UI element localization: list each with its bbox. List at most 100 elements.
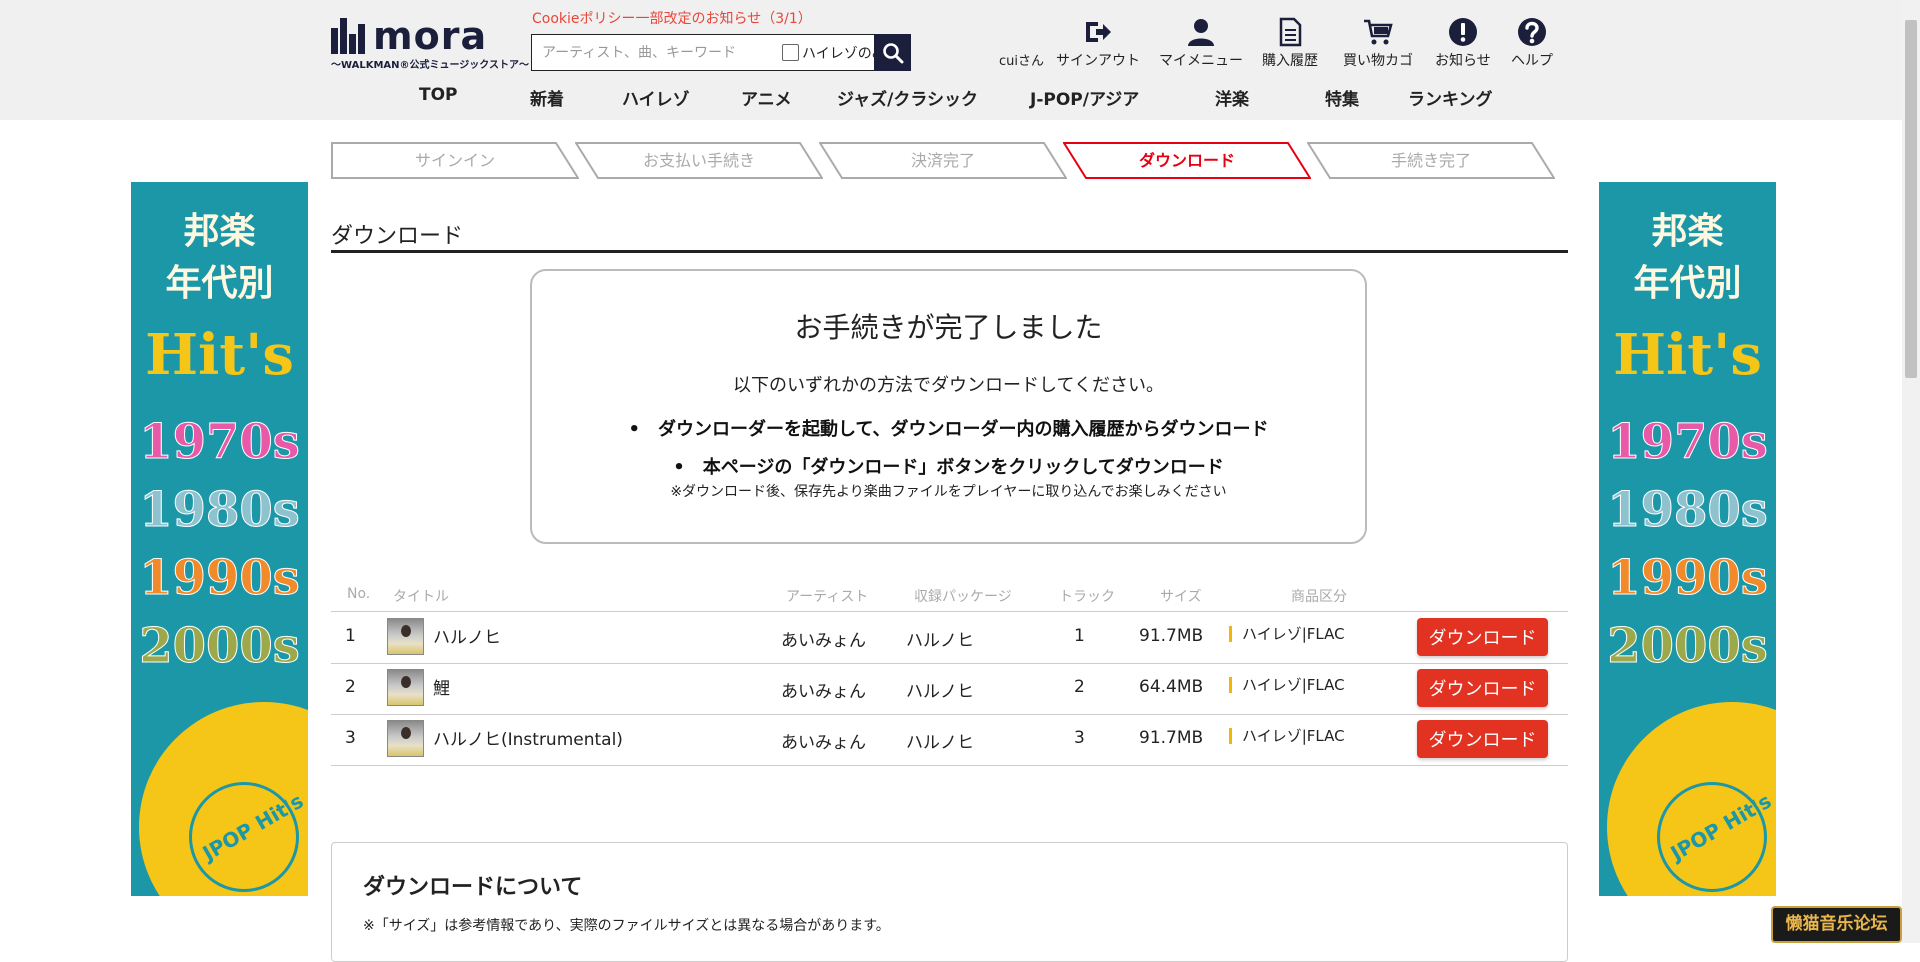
step-signin-label: サインイン xyxy=(414,151,495,170)
step-complete: 手続き完了 xyxy=(1307,142,1555,179)
banner-decade-1980s: 1980s xyxy=(139,482,301,539)
nav-hires[interactable]: ハイレゾ xyxy=(622,85,690,110)
step-settled-label: 決済完了 xyxy=(910,151,975,170)
nav-feature[interactable]: 特集 xyxy=(1325,85,1359,110)
notices-link[interactable]: お知らせ xyxy=(1435,16,1491,70)
page-title: ダウンロード xyxy=(331,224,464,249)
cart-link[interactable]: 買い物カゴ xyxy=(1343,16,1413,70)
cart-label: 買い物カゴ xyxy=(1343,53,1413,69)
banner-decade-1970s: 1970s xyxy=(139,414,301,471)
step-signin: サインイン xyxy=(331,142,579,179)
help-link[interactable]: ヘルプ xyxy=(1511,16,1553,70)
step-settled: 決済完了 xyxy=(819,142,1067,179)
banner-decade-1990s: 1990s xyxy=(139,550,301,607)
album-thumbnail xyxy=(387,618,424,655)
banner-left[interactable]: 邦楽 年代別 Hit's 1970s 1980s 1990s 2000s JPO… xyxy=(131,182,308,896)
search-button[interactable] xyxy=(874,34,911,71)
step-payment-label: お支払い手続き xyxy=(642,151,755,170)
banner-line1: 邦楽 xyxy=(1651,211,1724,252)
title-divider xyxy=(331,250,1568,253)
nav-anime[interactable]: アニメ xyxy=(741,85,792,110)
help-icon xyxy=(1518,18,1546,46)
row-artist: あいみょん xyxy=(781,682,866,702)
row-no: 1 xyxy=(345,626,356,646)
nav-western[interactable]: 洋楽 xyxy=(1215,85,1249,110)
about-title: ダウンロードについて xyxy=(363,875,583,900)
purchase-history-link[interactable]: 購入履歴 xyxy=(1262,16,1318,70)
banner-decade-2000s: 2000s xyxy=(1607,618,1769,675)
record-disc-icon: JPOP Hit's xyxy=(139,702,308,896)
record-disc-icon: JPOP Hit's xyxy=(1607,702,1776,896)
row-track: 1 xyxy=(1074,626,1085,646)
row-size: 64.4MB xyxy=(1139,677,1204,697)
row-track: 2 xyxy=(1074,677,1085,697)
search-box: ハイレゾのみ xyxy=(531,34,911,71)
progress-steps: サインイン お支払い手続き 決済完了 ダウンロード 手続き完了 xyxy=(331,142,1556,179)
search-icon xyxy=(882,42,903,63)
nav-top[interactable]: TOP xyxy=(419,85,458,105)
row-artist: あいみょん xyxy=(781,631,866,651)
logo-mark-icon xyxy=(331,18,367,54)
table-row: 3 ハルノヒ(Instrumental) あいみょん ハルノヒ 3 91.7MB… xyxy=(331,715,1568,766)
help-label: ヘルプ xyxy=(1511,53,1553,69)
nav-jpop-asia[interactable]: J-POP/アジア xyxy=(1030,85,1139,110)
signout-link[interactable]: サインアウト xyxy=(1056,16,1140,70)
mymenu-link[interactable]: マイメニュー xyxy=(1159,16,1243,70)
purchase-history-label: 購入履歴 xyxy=(1262,53,1318,69)
main-nav: TOP 新着 ハイレゾ アニメ ジャズ/クラシック J-POP/アジア 洋楽 特… xyxy=(0,85,1920,115)
col-type: 商品区分 xyxy=(1291,589,1347,605)
row-title: ハルノヒ xyxy=(433,628,501,648)
site-header: mora 〜WALKMAN®公式ミュージックストア〜 Cookieポリシー一部改… xyxy=(0,0,1920,120)
nav-new[interactable]: 新着 xyxy=(530,85,564,110)
step-download-label: ダウンロード xyxy=(1138,151,1235,170)
row-package: ハルノヒ xyxy=(906,631,974,651)
logo-text: mora xyxy=(373,14,488,58)
col-track: トラック xyxy=(1059,589,1115,605)
table-row: 2 鯉 あいみょん ハルノヒ 2 64.4MB ハイレゾ|FLAC ダウンロード xyxy=(331,664,1568,715)
album-thumbnail xyxy=(387,720,424,757)
row-track: 3 xyxy=(1074,728,1085,748)
alert-icon xyxy=(1448,18,1477,46)
hires-only-checkbox[interactable]: ハイレゾのみ xyxy=(782,43,886,63)
banner-decade-1970s: 1970s xyxy=(1607,414,1769,471)
row-spec-badge: ハイレゾ|FLAC xyxy=(1229,626,1345,642)
cookie-notice-link[interactable]: Cookieポリシー一部改定のお知らせ（3/1） xyxy=(532,8,812,28)
signout-icon xyxy=(1086,22,1111,42)
row-package: ハルノヒ xyxy=(906,733,974,753)
step-payment: お支払い手続き xyxy=(575,142,823,179)
completion-subtext: 以下のいずれかの方法でダウンロードしてください。 xyxy=(733,375,1164,396)
banner-line1: 邦楽 xyxy=(183,211,256,252)
checkbox-icon[interactable] xyxy=(782,44,799,61)
row-title: 鯉 xyxy=(433,679,450,699)
banner-right[interactable]: 邦楽 年代別 Hit's 1970s 1980s 1990s 2000s JPO… xyxy=(1599,182,1776,896)
row-size: 91.7MB xyxy=(1139,728,1204,748)
col-title: タイトル xyxy=(393,589,449,605)
cart-icon xyxy=(1364,19,1393,45)
about-note: ※「サイズ」は参考情報であり、実際のファイルサイズとは異なる場合があります。 xyxy=(363,918,890,934)
person-icon xyxy=(1188,19,1214,46)
table-header: No. タイトル アーティスト 収録パッケージ トラック サイズ 商品区分 xyxy=(331,586,1568,612)
download-button[interactable]: ダウンロード xyxy=(1417,720,1548,758)
download-button[interactable]: ダウンロード xyxy=(1417,618,1548,656)
nav-jazz-classic[interactable]: ジャズ/クラシック xyxy=(837,85,978,110)
mymenu-label: マイメニュー xyxy=(1159,53,1243,69)
search-input[interactable] xyxy=(532,35,782,70)
completion-box: お手続きが完了しました 以下のいずれかの方法でダウンロードしてください。 ダウン… xyxy=(530,269,1367,544)
banner-line2: 年代別 xyxy=(165,263,274,304)
scrollbar-thumb[interactable] xyxy=(1905,20,1917,378)
row-spec-badge: ハイレゾ|FLAC xyxy=(1229,728,1345,744)
about-download-box: ダウンロードについて ※「サイズ」は参考情報であり、実際のファイルサイズとは異な… xyxy=(331,842,1568,962)
row-no: 3 xyxy=(345,728,356,748)
nav-ranking[interactable]: ランキング xyxy=(1408,85,1493,110)
row-package: ハルノヒ xyxy=(906,682,974,702)
download-button[interactable]: ダウンロード xyxy=(1417,669,1548,707)
completion-heading: お手続きが完了しました xyxy=(794,311,1103,344)
step-complete-label: 手続き完了 xyxy=(1390,151,1471,170)
page-scrollbar[interactable] xyxy=(1902,0,1920,943)
mora-logo[interactable]: mora 〜WALKMAN®公式ミュージックストア〜 xyxy=(331,14,529,72)
logo-subtitle: 〜WALKMAN®公式ミュージックストア〜 xyxy=(331,60,530,71)
notices-label: お知らせ xyxy=(1435,53,1491,69)
completion-note: ※ダウンロード後、保存先より楽曲ファイルをプレイヤーに取り込んでお楽しみください xyxy=(670,484,1227,500)
download-methods-list: ダウンローダーを起動して、ダウンローダー内の購入履歴からダウンロード 本ページの… xyxy=(532,411,1365,487)
banner-decade-2000s: 2000s xyxy=(139,618,301,675)
